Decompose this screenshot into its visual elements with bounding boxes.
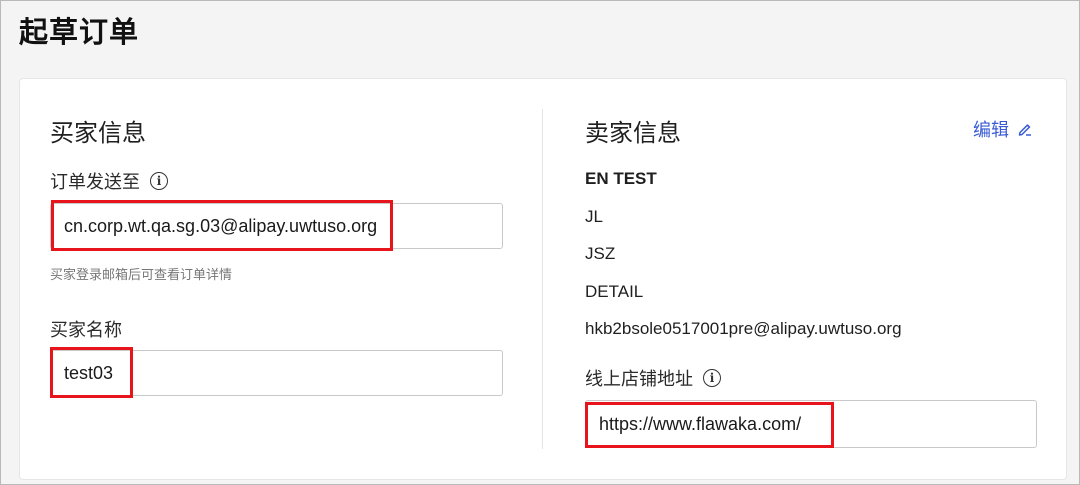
buyer-name-input[interactable]: test03 [50, 350, 503, 396]
store-url-input[interactable]: https://www.flawaka.com/ [585, 400, 1037, 448]
page-title: 起草订单 [19, 17, 140, 49]
seller-address-line-1: JL [585, 207, 603, 226]
send-to-label-row: 订单发送至 i [50, 168, 168, 194]
seller-address-line-2: JSZ [585, 244, 616, 263]
seller-name: EN TEST [585, 169, 657, 188]
send-to-hint: 买家登录邮箱后可查看订单详情 [50, 267, 233, 282]
order-info-card: 买家信息 订单发送至 i cn.corp.wt.qa.sg.03@alipay.… [19, 78, 1067, 480]
store-url-value: https://www.flawaka.com/ [599, 413, 802, 434]
window-frame: 起草订单 买家信息 订单发送至 i cn.corp.wt.qa.sg.03@al… [0, 0, 1080, 485]
section-divider [542, 109, 543, 449]
buyer-name-label-row: 买家名称 [50, 316, 122, 342]
pencil-icon [1018, 124, 1031, 136]
edit-seller-link[interactable]: 编辑 [973, 116, 1033, 142]
seller-address-line-3: DETAIL [585, 282, 644, 301]
send-to-label: 订单发送至 [50, 172, 140, 192]
seller-email: hkb2bsole0517001pre@alipay.uwtuso.org [585, 319, 902, 338]
edit-label: 编辑 [973, 120, 1009, 140]
buyer-name-label: 买家名称 [50, 320, 122, 340]
info-circle-icon[interactable]: i [703, 369, 721, 387]
send-to-email-value: cn.corp.wt.qa.sg.03@alipay.uwtuso.org [64, 215, 378, 236]
store-url-label-row: 线上店铺地址 i [585, 365, 721, 391]
info-circle-icon[interactable]: i [150, 172, 168, 190]
buyer-name-value: test03 [64, 362, 114, 383]
store-url-label: 线上店铺地址 [585, 369, 693, 389]
seller-section-title: 卖家信息 [585, 120, 681, 147]
send-to-email-input[interactable]: cn.corp.wt.qa.sg.03@alipay.uwtuso.org [50, 203, 503, 249]
buyer-section-title: 买家信息 [50, 120, 146, 147]
